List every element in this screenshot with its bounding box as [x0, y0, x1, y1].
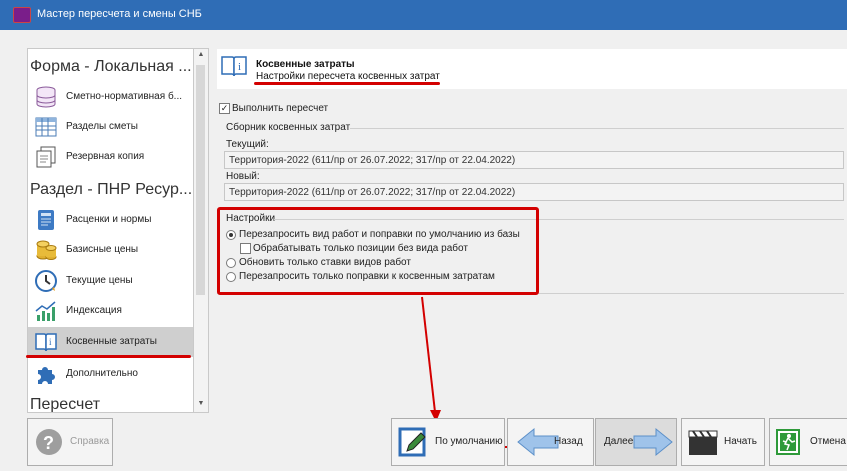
sidebar-item-label: Базисные цены: [66, 244, 139, 255]
group-divider: [350, 128, 844, 129]
sidebar-item-label: Индексация: [66, 305, 122, 316]
sidebar-group-section: Раздел - ПНР Ресур...: [30, 181, 193, 198]
sidebar-item-label: Текущие цены: [66, 275, 133, 286]
scrollbar-thumb[interactable]: [196, 65, 205, 295]
sidebar-item-label: Дополнительно: [66, 368, 138, 379]
clapperboard-icon: [688, 430, 718, 455]
new-collection-field[interactable]: Территория-2022 (611/пр от 26.07.2022; 3…: [224, 183, 844, 201]
current-collection-field: Территория-2022 (611/пр от 26.07.2022; 3…: [224, 151, 844, 169]
scroll-down-icon[interactable]: ▼: [196, 400, 206, 410]
cancel-button[interactable]: Отмена: [769, 418, 847, 466]
coins-icon: [36, 240, 57, 260]
back-button-label: Назад: [554, 436, 583, 447]
svg-text:i: i: [238, 61, 241, 73]
sidebar-item-label: Сметно-нормативная б...: [66, 91, 183, 102]
start-button[interactable]: Начать: [681, 418, 765, 466]
svg-text:?: ?: [43, 433, 54, 453]
sidebar-item-label: Косвенные затраты: [66, 336, 157, 347]
document-copy-icon: [36, 146, 56, 168]
clock-icon: [35, 270, 57, 292]
default-button[interactable]: По умолчанию: [391, 418, 505, 466]
sidebar-group-recalc: Пересчет: [30, 396, 101, 413]
sidebar-item-label: Резервная копия: [66, 151, 145, 162]
perform-recalc-checkbox[interactable]: ✓: [219, 103, 230, 114]
wizard-sidebar: Форма - Локальная ... Сметно-нормативная…: [27, 48, 195, 413]
info-book-icon: i: [221, 56, 247, 77]
sidebar-group-form: Форма - Локальная ...: [30, 58, 192, 75]
sidebar-item-additional[interactable]: Дополнительно: [28, 359, 194, 389]
title-bar: Мастер пересчета и смены СНБ: [0, 0, 847, 30]
annotation-underline-sidebar: [26, 355, 191, 358]
sidebar-scrollbar[interactable]: ▲ ▼: [193, 48, 209, 413]
sidebar-item-backup[interactable]: Резервная копия: [28, 142, 194, 172]
annotation-box-settings: [217, 207, 539, 295]
puzzle-icon: [38, 367, 55, 384]
sidebar-item-rates[interactable]: Расценки и нормы: [28, 205, 194, 235]
sidebar-item-current-prices[interactable]: Текущие цены: [28, 266, 194, 296]
sidebar-item-estimate-sections[interactable]: Разделы сметы: [28, 112, 194, 142]
help-button-label: Справка: [70, 436, 110, 447]
arrow-right-icon: [633, 427, 673, 457]
page-title: Косвенные затраты: [256, 59, 355, 70]
next-button[interactable]: Далее: [595, 418, 677, 466]
sidebar-item-label: Разделы сметы: [66, 121, 138, 132]
cancel-button-label: Отмена: [810, 436, 846, 447]
database-icon: [36, 86, 56, 108]
table-icon: [35, 117, 57, 137]
sidebar-item-indirect-costs[interactable]: i Косвенные затраты: [28, 327, 194, 357]
annotation-underline-header: [254, 82, 440, 85]
sidebar-item-normative-base[interactable]: Сметно-нормативная б...: [28, 82, 194, 112]
exit-icon: [776, 429, 800, 455]
sidebar-item-indexing[interactable]: Индексация: [28, 296, 194, 326]
help-icon: ?: [36, 429, 62, 455]
info-book-icon: i: [35, 333, 57, 352]
back-button[interactable]: Назад: [507, 418, 594, 466]
scroll-up-icon[interactable]: ▲: [196, 51, 206, 61]
start-button-label: Начать: [724, 436, 757, 447]
collection-group-title: Сборник косвенных затрат: [226, 122, 351, 133]
help-button[interactable]: ? Справка: [27, 418, 113, 466]
page-subtitle: Настройки пересчета косвенных затрат: [256, 71, 440, 82]
edit-icon: [398, 427, 426, 457]
default-button-label: По умолчанию: [435, 436, 503, 447]
sidebar-item-base-prices[interactable]: Базисные цены: [28, 235, 194, 265]
perform-recalc-label: Выполнить пересчет: [232, 103, 329, 114]
book-icon: [38, 210, 54, 230]
sidebar-item-label: Расценки и нормы: [66, 214, 152, 225]
window-title: Мастер пересчета и смены СНБ: [37, 8, 202, 20]
current-label: Текущий:: [226, 139, 269, 150]
chart-icon: [35, 301, 56, 321]
next-button-label: Далее: [604, 436, 634, 447]
app-icon: [13, 7, 31, 23]
new-label: Новый:: [226, 171, 260, 182]
